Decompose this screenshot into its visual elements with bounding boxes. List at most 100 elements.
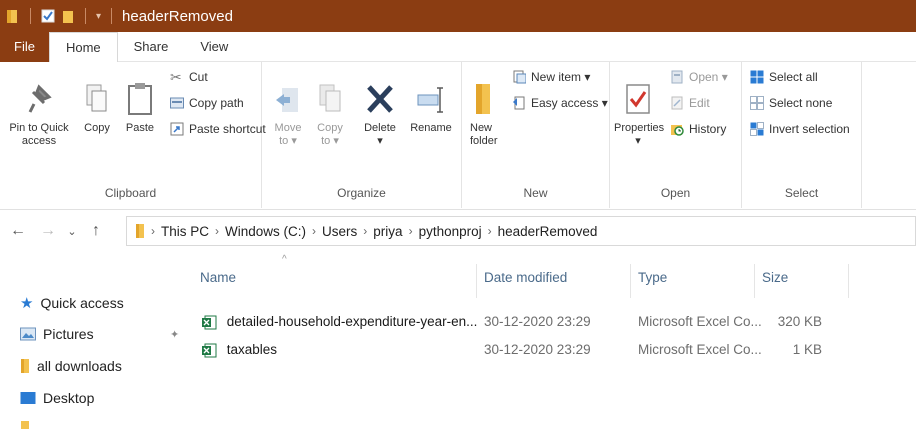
breadcrumb-separator-icon[interactable]: › xyxy=(215,224,219,238)
easy-access-button[interactable]: Easy access ▾ xyxy=(512,96,608,110)
file-name-cell: detailed-household-expenditure-year-en..… xyxy=(202,314,477,330)
delete-button[interactable]: Delete ▾ xyxy=(358,82,402,148)
up-arrow-icon[interactable]: ↑ xyxy=(84,222,108,240)
forward-arrow-icon[interactable]: → xyxy=(36,222,60,240)
column-divider[interactable] xyxy=(630,264,631,298)
properties-label-2: ▾ xyxy=(635,135,641,147)
nav-item-all-downloads[interactable]: all downloads xyxy=(20,358,122,374)
nav-item-label: Desktop xyxy=(43,390,95,406)
copy-path-button[interactable]: Copy path xyxy=(170,96,244,110)
nav-item-label: Pictures xyxy=(43,326,94,342)
rename-label: Rename xyxy=(410,122,452,134)
scissors-icon: ✂ xyxy=(170,69,182,85)
file-list: ^ Name Date modified Type Size detailed-… xyxy=(186,254,916,429)
navigation-pane: ★ Quick access Pictures ✦ all downloads … xyxy=(0,252,180,429)
pin-to-quick-access-button[interactable]: Pin to Quick access xyxy=(4,82,74,148)
edit-label: Edit xyxy=(689,96,710,110)
copy-button[interactable]: Copy xyxy=(80,82,114,135)
new-item-button[interactable]: New item ▾ xyxy=(512,70,590,84)
breadcrumb-pythonproj[interactable]: pythonproj xyxy=(419,224,482,239)
move-label-2: to ▾ xyxy=(279,135,297,147)
breadcrumb-separator-icon[interactable]: › xyxy=(151,224,155,238)
column-divider[interactable] xyxy=(848,264,849,298)
tab-share[interactable]: Share xyxy=(118,32,185,62)
breadcrumb-separator-icon[interactable]: › xyxy=(312,224,316,238)
copy-to-label-1: Copy xyxy=(317,122,343,134)
invert-selection-button[interactable]: Invert selection xyxy=(750,122,850,136)
breadcrumb-headerremoved[interactable]: headerRemoved xyxy=(498,224,598,239)
navigation-bar: ← → ⌄ ↑ › This PC › Windows (C:) › Users… xyxy=(0,212,916,250)
properties-checkbox-icon[interactable] xyxy=(41,8,55,24)
history-label: History xyxy=(689,122,727,136)
move-label-1: Move xyxy=(274,122,302,134)
edit-icon xyxy=(671,96,683,110)
folder-icon xyxy=(21,359,29,373)
select-none-label: Select none xyxy=(769,96,833,110)
properties-button[interactable]: Properties ▾ xyxy=(614,82,664,148)
ribbon: Pin to Quick access Copy Paste ✂ Cut Cop… xyxy=(0,62,916,210)
breadcrumb-priya[interactable]: priya xyxy=(373,224,402,239)
address-bar[interactable]: › This PC › Windows (C:) › Users › priya… xyxy=(126,216,916,246)
delete-label-1: Delete xyxy=(364,122,396,134)
cut-button[interactable]: ✂ Cut xyxy=(170,70,208,84)
tab-view[interactable]: View xyxy=(184,32,244,62)
new-folder-label-2: folder xyxy=(470,135,498,147)
breadcrumb-users[interactable]: Users xyxy=(322,224,357,239)
recent-locations-chevron-icon[interactable]: ⌄ xyxy=(60,225,84,238)
pictures-folder-icon xyxy=(20,327,36,341)
table-row[interactable]: detailed-household-expenditure-year-en..… xyxy=(186,310,846,336)
rename-button[interactable]: Rename xyxy=(408,82,454,135)
table-row[interactable]: taxables 30-12-2020 23:29 Microsoft Exce… xyxy=(186,338,846,364)
nav-item-desktop[interactable]: Desktop xyxy=(20,390,94,406)
tab-home[interactable]: Home xyxy=(48,31,118,63)
paste-shortcut-label: Paste shortcut xyxy=(189,122,266,136)
ribbon-tabs: File Home Share View xyxy=(0,31,916,63)
column-header-type[interactable]: Type xyxy=(638,270,667,285)
pin-icon xyxy=(28,84,52,113)
edit-button[interactable]: Edit xyxy=(670,96,710,110)
tab-file[interactable]: File xyxy=(0,31,49,62)
customize-toolbar-chevron-icon[interactable]: ▾ xyxy=(96,11,101,22)
column-divider[interactable] xyxy=(754,264,755,298)
paste-button[interactable]: Paste xyxy=(120,82,160,135)
select-all-icon xyxy=(750,70,764,84)
nav-item-pictures[interactable]: Pictures ✦ xyxy=(20,326,180,342)
breadcrumb-separator-icon[interactable]: › xyxy=(363,224,367,238)
breadcrumb-windows-c[interactable]: Windows (C:) xyxy=(225,224,306,239)
history-button[interactable]: History xyxy=(670,122,726,136)
breadcrumb-this-pc[interactable]: This PC xyxy=(161,224,209,239)
pin-icon[interactable]: ✦ xyxy=(170,328,179,341)
excel-file-icon xyxy=(202,343,217,358)
back-arrow-icon[interactable]: ← xyxy=(6,222,30,240)
column-header-name[interactable]: Name xyxy=(200,270,236,285)
paste-shortcut-button[interactable]: Paste shortcut xyxy=(170,122,266,136)
file-date: 30-12-2020 23:29 xyxy=(484,314,591,329)
organize-group: Move to ▾ Copy to ▾ Delete ▾ Rename Orga… xyxy=(262,62,462,208)
breadcrumb-separator-icon[interactable]: › xyxy=(409,224,413,238)
new-group: New folder New item ▾ Easy access ▾ New xyxy=(462,62,610,208)
select-none-icon xyxy=(750,96,764,110)
open-button[interactable]: Open ▾ xyxy=(670,70,728,84)
nav-item-partial[interactable] xyxy=(20,420,30,429)
select-all-button[interactable]: Select all xyxy=(750,70,818,84)
copy-to-button[interactable]: Copy to ▾ xyxy=(312,82,348,148)
select-none-button[interactable]: Select none xyxy=(750,96,832,110)
column-divider[interactable] xyxy=(476,264,477,298)
breadcrumb-separator-icon[interactable]: › xyxy=(488,224,492,238)
star-icon: ★ xyxy=(20,295,34,312)
column-header-date-modified[interactable]: Date modified xyxy=(484,270,567,285)
move-to-button[interactable]: Move to ▾ xyxy=(270,82,306,148)
folder-icon xyxy=(21,421,29,429)
new-folder-quick-icon[interactable] xyxy=(61,8,75,24)
easy-access-label: Easy access ▾ xyxy=(531,96,608,110)
new-folder-button[interactable]: New folder xyxy=(470,82,506,148)
excel-file-icon xyxy=(202,315,217,330)
paste-icon xyxy=(128,83,152,115)
column-header-size[interactable]: Size xyxy=(762,270,788,285)
copy-to-icon xyxy=(319,84,341,112)
new-folder-icon xyxy=(476,84,490,114)
nav-item-quick-access[interactable]: ★ Quick access xyxy=(20,294,124,312)
delete-label-2: ▾ xyxy=(377,135,383,147)
copy-path-label: Copy path xyxy=(189,96,244,110)
properties-icon xyxy=(626,84,650,114)
